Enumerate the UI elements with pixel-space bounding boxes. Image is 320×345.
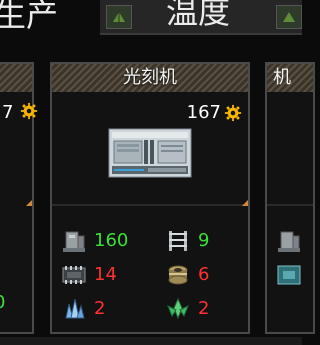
resource-value: 14 xyxy=(94,264,117,285)
resource-machine-part: 160 xyxy=(60,228,128,254)
card-divider xyxy=(267,204,313,206)
card-title-bar xyxy=(0,64,32,92)
resource-value: 2 xyxy=(94,298,106,319)
lithography-machine-icon xyxy=(108,128,192,178)
building-card-right[interactable]: 机 xyxy=(265,62,315,334)
machine-part-icon xyxy=(60,228,88,254)
building-count: 7 xyxy=(2,102,14,123)
machine-part-icon xyxy=(275,228,303,258)
resource-green-crystal: 2 xyxy=(164,296,209,322)
resource-value: 6 xyxy=(198,264,210,285)
leaf-icon xyxy=(276,5,302,29)
ladder-frame-icon xyxy=(164,228,192,254)
card-divider xyxy=(52,204,248,206)
card-title: 机 xyxy=(273,67,291,88)
resource-blue-crystal: 2 xyxy=(60,296,105,322)
building-card-left[interactable]: 7 0 xyxy=(0,62,38,334)
resource-circuit-board: 14 xyxy=(60,262,117,288)
building-count-row: 167 xyxy=(187,102,242,124)
gear-icon xyxy=(20,102,38,120)
gear-icon[interactable] xyxy=(224,104,242,122)
blue-crystal-icon xyxy=(60,296,88,322)
building-card-lithography-machine[interactable]: 光刻机 167 160 9 14 6 2 2 xyxy=(50,62,250,334)
card-title-bar: 光刻机 xyxy=(52,64,248,92)
green-crystal-icon xyxy=(164,296,192,322)
bottom-bar xyxy=(0,337,302,345)
card-title-bar: 机 xyxy=(267,64,313,92)
tab-temperature-label: 温度 xyxy=(166,0,231,31)
building-count: 167 xyxy=(186,102,221,123)
leaf-icon xyxy=(106,5,132,29)
resource-coil-component: 6 xyxy=(164,262,209,288)
resource-value: 0 xyxy=(0,292,5,314)
resource-value: 160 xyxy=(94,230,129,251)
top-tab-bar: 生产 温度 xyxy=(0,0,302,40)
resource-ladder-frame: 9 xyxy=(164,228,209,254)
resource-value: 9 xyxy=(198,230,210,251)
corner-marker xyxy=(242,200,248,206)
corner-marker xyxy=(26,200,32,206)
resource-value: 2 xyxy=(198,298,210,319)
card-title: 光刻机 xyxy=(123,67,177,88)
circuit-board-icon xyxy=(60,262,88,288)
tab-temperature[interactable]: 温度 xyxy=(100,0,302,35)
tab-production[interactable]: 生产 xyxy=(0,0,58,35)
coil-component-icon xyxy=(164,262,192,288)
circuit-chip-icon xyxy=(275,262,303,292)
